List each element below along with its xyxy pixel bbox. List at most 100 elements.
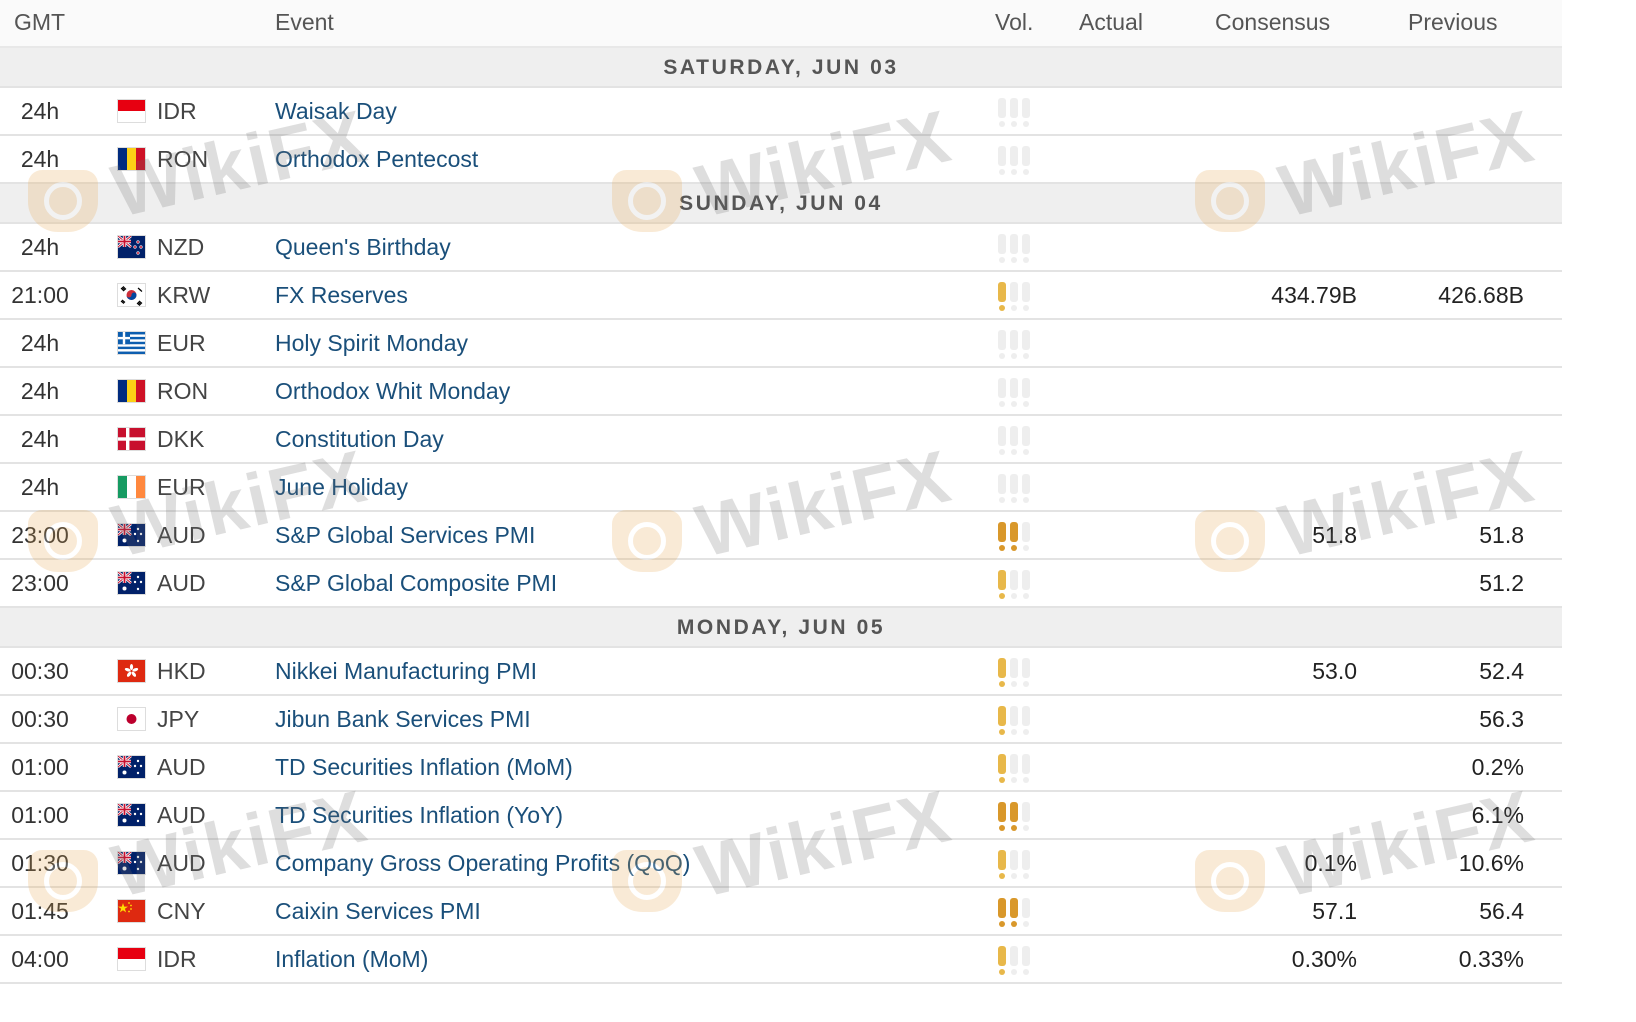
volatility-icon — [998, 754, 1038, 784]
economic-calendar: GMT Event Vol. Actual Consensus Previous… — [0, 0, 1562, 984]
table-row[interactable]: 23:00 AUD S&P Global Services PMI 51.8 51.8 — [0, 512, 1562, 560]
event-link[interactable]: Constitution Day — [275, 426, 444, 453]
event-link[interactable]: Waisak Day — [275, 98, 397, 125]
currency-code: IDR — [157, 98, 197, 124]
table-row[interactable]: 01:30 AUD Company Gross Operating Profits … — [0, 840, 1562, 888]
table-row[interactable]: 01:45 CNY Caixin Services PMI 57.1 56.4 — [0, 888, 1562, 936]
flag-ro-icon — [118, 380, 145, 402]
table-row[interactable]: 04:00 IDR Inflation (MoM) 0.30% 0.33% — [0, 936, 1562, 984]
event-time: 24h — [20, 98, 60, 124]
event-link[interactable]: Queen's Birthday — [275, 234, 451, 261]
volatility-bang — [1022, 570, 1030, 600]
event-time: 23:00 — [11, 522, 69, 548]
event-time: 21:00 — [11, 282, 69, 308]
event-time: 24h — [20, 426, 60, 452]
currency-code: RON — [157, 146, 209, 172]
table-row[interactable]: 23:00 AUD S&P Global Composite PMI 51.2 — [0, 560, 1562, 608]
flag-ie-icon — [118, 476, 145, 498]
event-link[interactable]: Jibun Bank Services PMI — [275, 706, 531, 733]
volatility-icon — [998, 802, 1038, 832]
flag-au-icon — [118, 756, 145, 778]
day-label: MONDAY, JUN 05 — [676, 616, 886, 639]
event-link[interactable]: Caixin Services PMI — [275, 898, 481, 925]
previous-value: 6.1% — [1471, 802, 1524, 828]
header-previous[interactable]: Previous — [1408, 9, 1497, 36]
event-time: 01:00 — [11, 802, 69, 828]
volatility-bang — [1010, 898, 1018, 928]
volatility-bang — [1010, 378, 1018, 408]
table-row[interactable]: 00:30 HKD Nikkei Manufacturing PMI 53.0 52.4 — [0, 648, 1562, 696]
header-actual[interactable]: Actual — [1079, 9, 1143, 36]
event-link[interactable]: Holy Spirit Monday — [275, 330, 468, 357]
event-link[interactable]: Company Gross Operating Profits (QoQ) — [275, 850, 690, 877]
event-link[interactable]: Orthodox Pentecost — [275, 146, 478, 173]
currency-code: EUR — [157, 474, 206, 500]
table-row[interactable]: 24h EUR June Holiday — [0, 464, 1562, 512]
header-vol[interactable]: Vol. — [995, 9, 1033, 36]
table-row[interactable]: 24h RON Orthodox Whit Monday — [0, 368, 1562, 416]
consensus-value: 0.30% — [1291, 946, 1357, 972]
volatility-bang — [998, 98, 1006, 128]
flag-au-icon — [118, 804, 145, 826]
event-link[interactable]: TD Securities Inflation (YoY) — [275, 802, 563, 829]
event-link[interactable]: June Holiday — [275, 474, 408, 501]
event-link[interactable]: Nikkei Manufacturing PMI — [275, 658, 537, 685]
header-consensus[interactable]: Consensus — [1215, 9, 1330, 36]
consensus-value: 57.1 — [1312, 898, 1357, 924]
table-row[interactable]: 00:30 JPY Jibun Bank Services PMI 56.3 — [0, 696, 1562, 744]
volatility-icon — [998, 426, 1038, 456]
volatility-bang — [998, 946, 1006, 976]
flag-cn-icon — [118, 900, 145, 922]
volatility-bang — [998, 234, 1006, 264]
volatility-bang — [1022, 946, 1030, 976]
day-header: MONDAY, JUN 05 — [0, 608, 1562, 648]
currency-code: EUR — [157, 330, 206, 356]
previous-value: 56.3 — [1479, 706, 1524, 732]
table-row[interactable]: 24h DKK Constitution Day — [0, 416, 1562, 464]
table-row[interactable]: 24h RON Orthodox Pentecost — [0, 136, 1562, 184]
event-link[interactable]: FX Reserves — [275, 282, 408, 309]
day-header: SUNDAY, JUN 04 — [0, 184, 1562, 224]
header-gmt[interactable]: GMT — [14, 9, 65, 36]
event-link[interactable]: S&P Global Services PMI — [275, 522, 535, 549]
volatility-bang — [1010, 570, 1018, 600]
table-row[interactable]: 24h EUR Holy Spirit Monday — [0, 320, 1562, 368]
volatility-bang — [1022, 802, 1030, 832]
volatility-bang — [1010, 426, 1018, 456]
table-row[interactable]: 01:00 AUD TD Securities Inflation (YoY) 6.1… — [0, 792, 1562, 840]
table-row[interactable]: 21:00 KRW FX Reserves 434.79B 426.68B — [0, 272, 1562, 320]
table-row[interactable]: 24h NZD Queen's Birthday — [0, 224, 1562, 272]
table-header: GMT Event Vol. Actual Consensus Previous — [0, 0, 1562, 48]
volatility-icon — [998, 98, 1038, 128]
volatility-bang — [998, 754, 1006, 784]
table-row[interactable]: 01:00 AUD TD Securities Inflation (MoM) 0.2… — [0, 744, 1562, 792]
event-link[interactable]: S&P Global Composite PMI — [275, 570, 557, 597]
calendar-body: SATURDAY, JUN 03 24h IDR Waisak Day 24h RON Or… — [0, 48, 1562, 984]
flag-au-icon — [118, 572, 145, 594]
volatility-bang — [998, 378, 1006, 408]
previous-value: 426.68B — [1438, 282, 1524, 308]
volatility-bang — [1010, 474, 1018, 504]
event-link[interactable]: TD Securities Inflation (MoM) — [275, 754, 573, 781]
volatility-bang — [1022, 146, 1030, 176]
volatility-icon — [998, 850, 1038, 880]
flag-id-icon — [118, 948, 145, 970]
consensus-value: 0.1% — [1304, 850, 1357, 876]
volatility-bang — [1010, 282, 1018, 312]
volatility-bang — [1022, 706, 1030, 736]
currency-code: NZD — [157, 234, 205, 260]
event-time: 04:00 — [11, 946, 69, 972]
consensus-value: 51.8 — [1312, 522, 1357, 548]
volatility-bang — [1010, 522, 1018, 552]
currency-code: IDR — [157, 946, 197, 972]
volatility-bang — [1010, 330, 1018, 360]
flag-au-icon — [118, 524, 145, 546]
currency-code: KRW — [157, 282, 211, 308]
event-link[interactable]: Inflation (MoM) — [275, 946, 428, 973]
event-link[interactable]: Orthodox Whit Monday — [275, 378, 510, 405]
day-label: SUNDAY, JUN 04 — [679, 192, 883, 215]
header-event[interactable]: Event — [275, 9, 334, 36]
volatility-bang — [998, 146, 1006, 176]
table-row[interactable]: 24h IDR Waisak Day — [0, 88, 1562, 136]
volatility-icon — [998, 146, 1038, 176]
